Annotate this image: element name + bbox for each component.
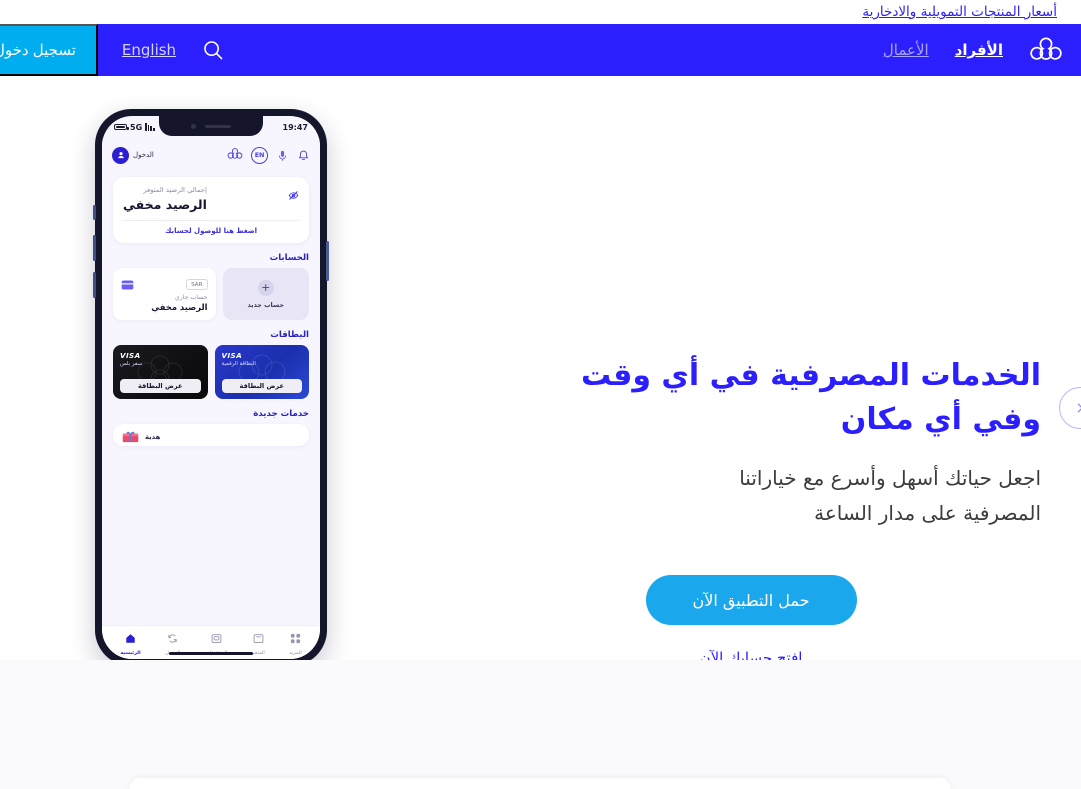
phone-volume-down-button [93,272,96,298]
payment-card-travel[interactable]: VISA سفر بلس عرض البطاقة [113,345,208,399]
bell-icon[interactable] [297,149,310,162]
hero-subtitle-line-2: المصرفية على مدار الساعة [814,501,1041,525]
service-item-gift[interactable]: هدية [121,430,301,443]
nav-left-group: English تسجيل دخول [0,24,226,76]
credit-card-icon [121,275,134,294]
battery-icon [114,123,129,131]
tab-label: المتجر [251,650,265,656]
cards-section-title: البطاقات [270,330,309,340]
phone-mockup: 19:47 5G EN الدخول إجمالي الرصيد المتوفر… [93,109,329,666]
search-icon[interactable] [200,37,226,63]
hero-title: الخدمات المصرفية في أي وقت وفي أي مكان [541,354,1041,441]
front-camera-icon [191,123,196,129]
view-card-button[interactable]: عرض البطاقة [221,379,302,393]
hero-cta-group: حمل التطبيق الآن افتح حسابك الآن [541,575,961,667]
phone-notch [159,116,263,136]
new-account-label: حساب جديد [247,300,285,309]
app-body: إجمالي الرصيد المتوفر الرصيد مخفي اضغط ه… [102,177,320,446]
gift-icon [121,430,140,443]
card-name: البطاقة الرقمية [221,361,256,367]
store-icon [253,629,264,648]
plus-icon: + [257,279,274,296]
card-brand: VISA [221,351,243,360]
card-top-digital: VISA البطاقة الرقمية [222,351,303,367]
alrajhi-trefoil-logo[interactable] [1029,35,1063,65]
nav-right-group: الأفراد الأعمال [883,35,1081,65]
network-type-label: 5G [130,122,143,132]
payment-card-digital[interactable]: VISA البطاقة الرقمية عرض البطاقة [214,345,309,399]
tab-more[interactable]: المزيد [289,629,302,656]
signal-bars-icon [145,123,155,131]
hero-subtitle-line-1: اجعل حياتك أسهل وأسرع مع خياراتنا [739,466,1041,490]
login-button[interactable]: تسجيل دخول [0,24,98,76]
accounts-section-title: الحسابات [269,253,309,263]
divider [123,220,299,221]
microphone-icon[interactable] [276,149,289,162]
account-card-top: SAR [121,275,208,294]
speaker-grille-icon [205,124,231,128]
language-badge[interactable]: EN [251,146,268,164]
below-hero-band [0,660,1081,789]
phone-mute-button [93,205,96,220]
balance-top: إجمالي الرصيد المتوفر الرصيد مخفي [123,186,299,212]
account-card[interactable]: SAR حساب جاري الرصيد مخفي [113,268,216,320]
new-account-tile[interactable]: + حساب جديد [222,268,309,320]
card-brand: VISA [120,351,141,360]
nav-item-business[interactable]: الأعمال [883,41,929,59]
account-type: حساب جاري [174,294,208,301]
tab-label: الرئيسية [120,650,141,656]
eye-off-icon[interactable] [288,186,299,205]
hero-copy: الخدمات المصرفية في أي وقت وفي أي مكان ا… [541,354,1041,667]
phone-volume-up-button [93,235,96,261]
transfer-icon [167,629,178,648]
view-card-button[interactable]: عرض البطاقة [120,379,201,393]
page-root: أسعار المنتجات التمويلية والادخارية الأف… [0,0,1081,789]
download-app-button[interactable]: حمل التطبيق الآن [645,575,857,625]
balance-label: إجمالي الرصيد المتوفر [143,186,207,194]
tab-store[interactable]: المتجر [252,629,265,656]
phone-power-button [326,241,329,281]
app-login-label: الدخول [133,151,154,159]
app-header-login[interactable]: الدخول [112,146,154,164]
card-name: سفر بلس [120,361,143,367]
service-label: هدية [145,432,161,441]
status-time: 19:47 [282,122,308,132]
phone-screen: 19:47 5G EN الدخول إجمالي الرصيد المتوفر… [102,116,320,659]
hero-subtitle: اجعل حياتك أسهل وأسرع مع خياراتنا المصرف… [541,461,1041,531]
balance-amount: الرصيد مخفي [123,197,207,212]
grid-more-icon [290,629,301,648]
user-avatar-icon [112,146,129,164]
hero-section: 19:47 5G EN الدخول إجمالي الرصيد المتوفر… [0,76,1081,688]
payments-icon [211,629,222,648]
home-indicator [169,652,253,655]
main-navigation: الأفراد الأعمال English تسجيل دخول [0,24,1081,76]
app-header-left: EN [227,146,310,165]
services-card: هدية [113,424,309,446]
alrajhi-trefoil-logo [227,146,243,165]
accounts-row: + حساب جديد SAR حساب جاري الرصيد مخفي [113,268,309,320]
hero-title-line-2: وفي أي مكان [840,401,1041,437]
hero-title-line-1: الخدمات المصرفية في أي وقت [580,358,1041,393]
cards-row: VISA البطاقة الرقمية عرض البطاقة VISA سف… [113,345,309,399]
account-amount: الرصيد مخفي [151,302,208,312]
promo-rates-link[interactable]: أسعار المنتجات التمويلية والادخارية [862,4,1057,20]
card-top-travel: VISA سفر بلس [120,351,201,367]
tab-label: المزيد [289,650,302,656]
chevron-right-icon [1074,399,1081,418]
carousel-next-button[interactable] [1059,387,1081,429]
balance-card[interactable]: إجمالي الرصيد المتوفر الرصيد مخفي اضغط ه… [113,177,309,243]
nav-item-individuals[interactable]: الأفراد [955,41,1003,59]
home-icon [125,629,136,648]
status-indicators: 5G [114,123,155,132]
top-utility-bar: أسعار المنتجات التمويلية والادخارية [0,0,1081,24]
app-header: EN الدخول [102,138,320,172]
tab-home[interactable]: الرئيسية [120,629,141,656]
currency-chip: SAR [186,279,208,290]
services-section-title: خدمات جديدة [253,409,309,419]
language-switch-link[interactable]: English [122,41,176,59]
next-section-card-edge [130,778,950,789]
balance-access-link[interactable]: اضغط هنا للوصول لحسابك [123,227,299,235]
